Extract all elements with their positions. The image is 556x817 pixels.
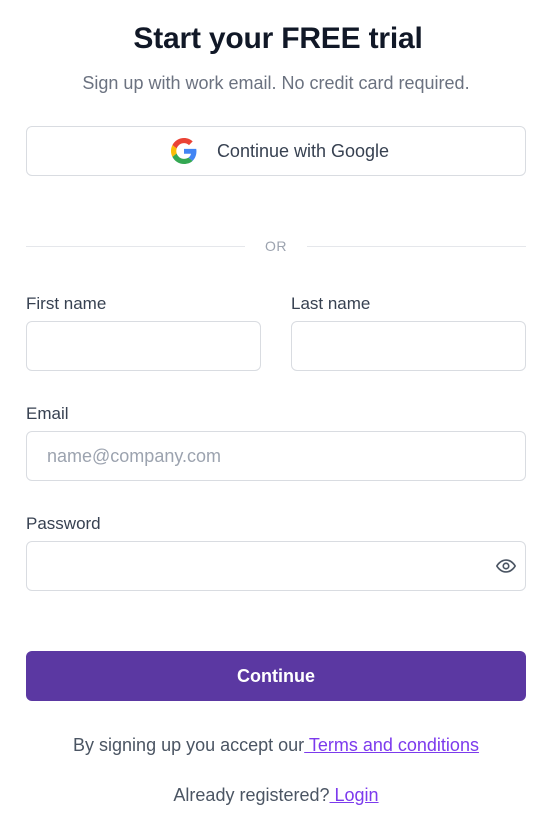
or-divider: OR	[26, 236, 526, 256]
password-input[interactable]	[26, 541, 526, 591]
password-label: Password	[26, 514, 101, 533]
google-logo-icon	[170, 138, 197, 164]
last-name-label: Last name	[291, 294, 371, 313]
login-link[interactable]: Login	[330, 785, 379, 805]
eye-icon[interactable]	[495, 555, 517, 577]
signup-page: Start your FREE trial Sign up with work …	[0, 0, 556, 817]
email-input[interactable]	[26, 431, 526, 481]
first-name-label: First name	[26, 294, 107, 313]
email-label: Email	[26, 404, 69, 423]
divider-text: OR	[265, 238, 287, 254]
page-subtitle: Sign up with work email. No credit card …	[82, 73, 470, 93]
continue-button[interactable]: Continue	[26, 651, 526, 701]
login-prefix: Already registered?	[173, 785, 330, 805]
google-button-label: Continue with Google	[216, 140, 390, 161]
divider-line-left	[26, 245, 245, 247]
page-title: Start your FREE trial	[133, 22, 423, 55]
terms-link[interactable]: Terms and conditions	[304, 735, 479, 755]
terms-prefix: By signing up you accept our	[73, 735, 305, 755]
divider-line-right	[307, 245, 526, 247]
last-name-input[interactable]	[291, 321, 526, 371]
first-name-input[interactable]	[26, 321, 261, 371]
login-notice: Already registered? Login	[0, 785, 552, 806]
terms-notice: By signing up you accept our Terms and c…	[0, 735, 552, 756]
continue-with-google-button[interactable]: Continue with Google	[26, 126, 526, 176]
